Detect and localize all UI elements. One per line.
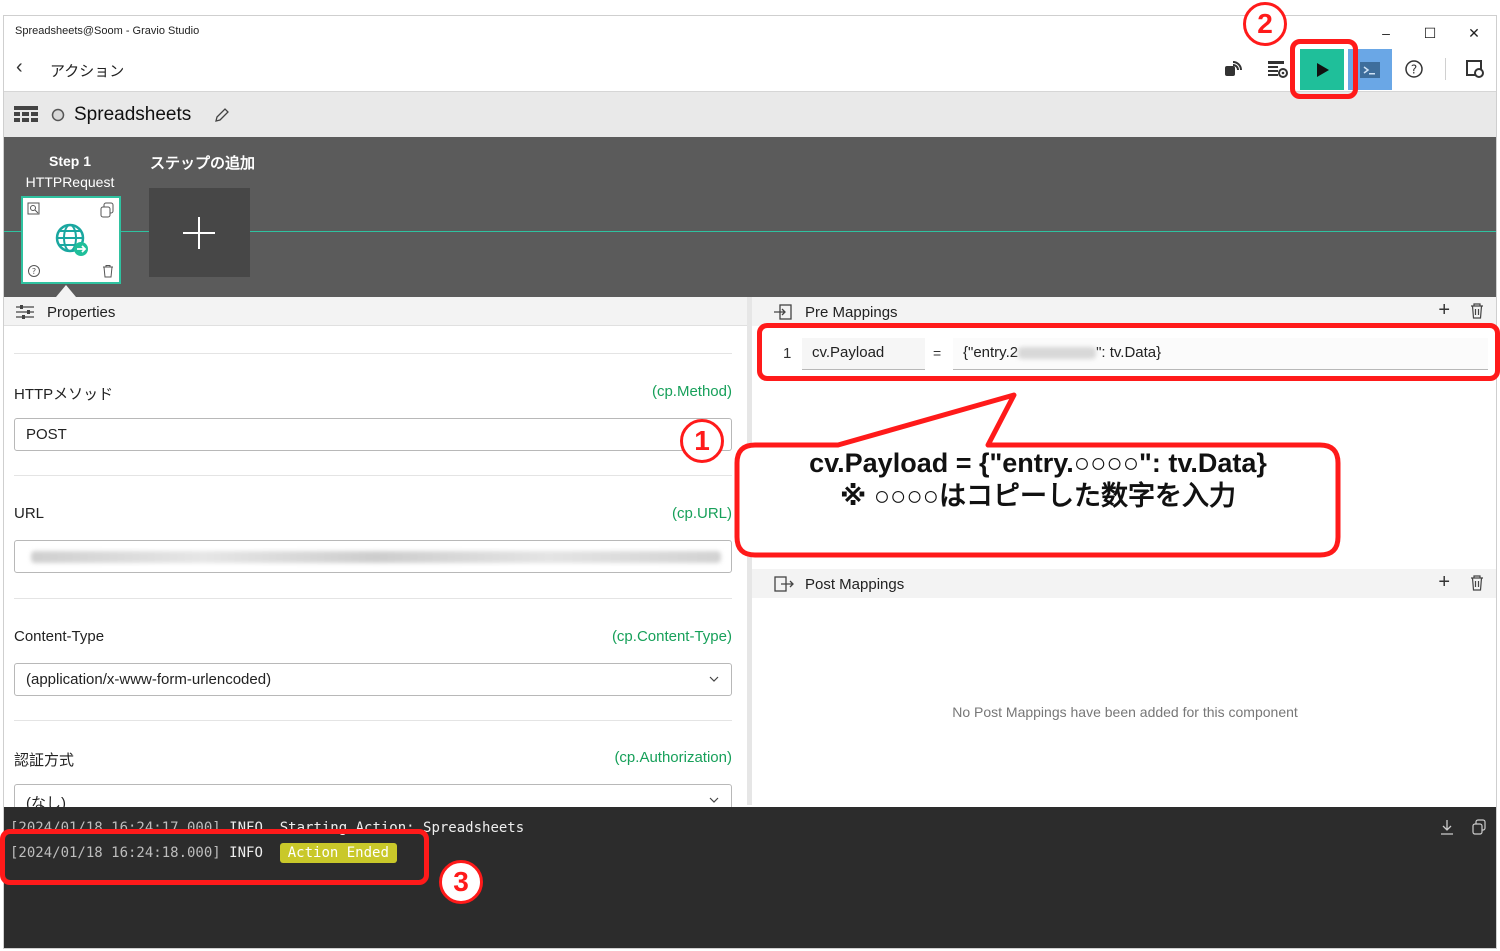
step-title: Step 1 xyxy=(48,153,91,169)
highlight-pre-mapping xyxy=(757,323,1500,381)
annotation-number-1: 1 xyxy=(680,419,724,463)
pre-mappings-header: Pre Mappings + xyxy=(752,297,1496,326)
selected-step-pointer xyxy=(56,285,76,297)
properties-header: Properties xyxy=(4,297,747,326)
content-type-var: (cp.Content-Type) xyxy=(611,628,732,645)
action-name-bar: Spreadsheets xyxy=(4,91,1496,137)
divider xyxy=(14,720,732,721)
divider xyxy=(14,475,732,476)
http-method-select[interactable]: POST xyxy=(14,418,732,451)
svg-text:?: ? xyxy=(1411,63,1417,77)
add-step-button[interactable] xyxy=(149,188,250,277)
content-type-select[interactable]: (application/x-www-form-urlencoded) xyxy=(14,663,732,696)
http-method-var: (cp.Method) xyxy=(651,383,732,400)
callout-text: cv.Payload = {"entry.○○○○": tv.Data} ※ ○… xyxy=(738,447,1338,513)
nav-bar: ‹ アクション ? xyxy=(4,48,1496,90)
content-type-label: Content-Type xyxy=(14,628,105,645)
post-mappings-header: Post Mappings + xyxy=(752,569,1496,598)
chevron-down-icon xyxy=(709,676,719,682)
divider xyxy=(14,353,732,354)
annotation-number-2: 2 xyxy=(1243,2,1287,46)
pre-mappings-title: Pre Mappings xyxy=(805,304,898,321)
step-help-icon[interactable]: ? xyxy=(27,264,41,278)
add-pre-mapping-button[interactable]: + xyxy=(1438,299,1450,322)
http-method-label: HTTPメソッド xyxy=(14,386,114,403)
account-settings-icon[interactable] xyxy=(1457,52,1493,86)
post-mappings-empty-message: No Post Mappings have been added for thi… xyxy=(952,704,1298,720)
toolbar-separator xyxy=(1445,58,1446,80)
page-title: アクション xyxy=(50,63,125,80)
auth-var: (cp.Authorization) xyxy=(614,749,732,766)
divider xyxy=(14,598,732,599)
callout-line-2: ※ ○○○○はコピーした数字を入力 xyxy=(840,481,1236,511)
annotation-number-3: 3 xyxy=(439,860,483,904)
auth-label: 認証方式 xyxy=(14,752,75,769)
svg-text:?: ? xyxy=(32,267,36,276)
highlight-run-button xyxy=(1290,39,1358,99)
terminal-icon xyxy=(1360,61,1380,78)
sliders-icon xyxy=(16,305,34,319)
window-title: Spreadsheets@Soom - Gravio Studio xyxy=(15,25,200,37)
copy-icon[interactable] xyxy=(99,202,115,218)
import-icon xyxy=(774,304,792,320)
delete-post-mappings-icon[interactable] xyxy=(1470,575,1484,591)
edit-pencil-icon[interactable] xyxy=(214,107,230,123)
step-bar: Step 1 HTTPRequest ステップの追加 ? xyxy=(4,137,1496,297)
back-button[interactable]: ‹ xyxy=(16,56,23,79)
url-input[interactable] xyxy=(14,540,732,573)
globe-request-icon xyxy=(55,223,88,256)
download-icon[interactable] xyxy=(1440,819,1454,835)
help-icon[interactable]: ? xyxy=(1396,52,1432,86)
http-method-value: POST xyxy=(26,426,67,443)
inspect-icon[interactable] xyxy=(27,202,41,216)
export-icon xyxy=(774,576,794,592)
table-view-icon[interactable] xyxy=(14,106,38,124)
copy-log-icon[interactable] xyxy=(1471,819,1487,835)
url-var: (cp.URL) xyxy=(671,505,732,522)
status-circle-icon xyxy=(51,108,65,122)
properties-panel: Properties HTTPメソッド (cp.Method) POST URL… xyxy=(4,297,747,817)
add-step-label: ステップの追加 xyxy=(150,155,256,172)
sensor-icon[interactable] xyxy=(1215,52,1251,86)
url-label: URL xyxy=(14,505,45,522)
minimize-button[interactable]: – xyxy=(1364,22,1408,44)
add-post-mapping-button[interactable]: + xyxy=(1438,571,1450,594)
maximize-button[interactable]: ☐ xyxy=(1408,22,1452,44)
action-name: Spreadsheets xyxy=(74,104,192,125)
step-component-name: HTTPRequest xyxy=(25,174,115,190)
chevron-down-icon xyxy=(709,797,719,803)
url-blurred-value xyxy=(31,551,721,563)
step-card-httprequest[interactable]: ? xyxy=(21,196,121,284)
content-type-value: (application/x-www-form-urlencoded) xyxy=(26,671,272,688)
callout-line-1: cv.Payload = {"entry.○○○○": tv.Data} xyxy=(809,448,1267,478)
post-mappings-title: Post Mappings xyxy=(805,576,905,593)
close-button[interactable]: ✕ xyxy=(1452,22,1496,44)
properties-title: Properties xyxy=(47,304,116,321)
step-delete-icon[interactable] xyxy=(101,264,115,278)
plus-icon xyxy=(183,217,215,249)
highlight-log-ended xyxy=(0,829,429,885)
delete-pre-mappings-icon[interactable] xyxy=(1470,303,1484,319)
